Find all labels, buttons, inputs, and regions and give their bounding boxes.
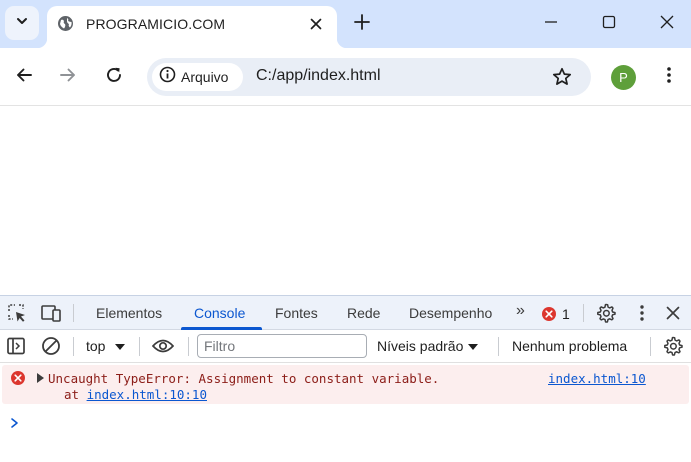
forward-button[interactable]: [56, 65, 80, 89]
stack-trace-link[interactable]: index.html:10:10: [87, 387, 207, 402]
address-bar[interactable]: Arquivo C:/app/index.html: [147, 58, 591, 96]
console-error-message[interactable]: Uncaught TypeError: Assignment to consta…: [2, 365, 689, 404]
reload-icon: [105, 66, 123, 89]
browser-toolbar: Arquivo C:/app/index.html P: [0, 48, 691, 106]
new-tab-button[interactable]: [350, 12, 374, 36]
console-settings-gear-icon[interactable]: [662, 335, 684, 357]
minimize-icon: [544, 15, 558, 34]
arrow-right-icon: [59, 66, 77, 89]
close-devtools-icon[interactable]: [662, 302, 684, 324]
tab-title: PROGRAMICIO.COM: [86, 16, 226, 32]
tab-fontes[interactable]: Fontes: [275, 305, 318, 321]
tab-desempenho[interactable]: Desempenho: [409, 305, 492, 321]
browser-tab[interactable]: PROGRAMICIO.COM: [37, 6, 347, 48]
eye-icon[interactable]: [152, 335, 174, 357]
chevron-down-icon: [15, 14, 29, 33]
devtools-tab-bar: Elementos Console Fontes Rede Desempenho…: [0, 295, 691, 330]
toolbar-divider: [650, 337, 651, 356]
clear-console-icon[interactable]: [40, 335, 62, 357]
profile-avatar[interactable]: P: [611, 65, 636, 90]
tab-search-button[interactable]: [5, 6, 39, 40]
tab-elementos[interactable]: Elementos: [96, 305, 162, 321]
site-info-label: Arquivo: [181, 69, 229, 85]
error-icon: [11, 371, 25, 385]
device-toolbar-icon[interactable]: [40, 302, 62, 324]
dropdown-caret-icon: [115, 338, 126, 354]
toolbar-divider: [73, 337, 74, 356]
issues-counter[interactable]: Nenhum problema: [512, 338, 627, 354]
context-label: top: [86, 338, 106, 354]
error-counter[interactable]: 1: [542, 306, 570, 322]
stack-prefix: at: [64, 387, 87, 402]
console-prompt-icon[interactable]: [10, 416, 20, 430]
inspect-element-icon[interactable]: [6, 302, 28, 324]
globe-icon: [57, 15, 74, 32]
more-tabs-button[interactable]: »: [513, 302, 528, 320]
site-info-chip[interactable]: Arquivo: [152, 63, 243, 91]
log-levels-label: Níveis padrão: [377, 338, 464, 354]
plus-icon: [354, 13, 370, 35]
sidebar-toggle-icon[interactable]: [5, 335, 27, 357]
error-icon: [542, 307, 556, 321]
info-icon: [159, 66, 176, 88]
tab-strip: PROGRAMICIO.COM: [0, 0, 691, 48]
error-count-label: 1: [562, 306, 570, 322]
toolbar-divider: [583, 304, 584, 322]
console-toolbar: top Filtro Níveis padrão Nenhum problema: [0, 330, 691, 363]
expand-caret-icon[interactable]: [37, 373, 44, 383]
url-text[interactable]: C:/app/index.html: [256, 67, 381, 85]
toolbar-divider: [188, 337, 189, 356]
arrow-left-icon: [15, 66, 33, 89]
settings-gear-icon[interactable]: [595, 302, 617, 324]
log-levels-dropdown[interactable]: Níveis padrão: [377, 338, 479, 354]
window-close-button[interactable]: [655, 12, 679, 36]
more-vertical-icon: [666, 66, 672, 89]
stack-trace-line: at index.html:10:10: [64, 387, 207, 402]
error-text: Uncaught TypeError: Assignment to consta…: [48, 371, 440, 386]
context-selector[interactable]: top: [86, 338, 126, 354]
toolbar-divider: [498, 337, 499, 356]
page-viewport[interactable]: [0, 107, 691, 295]
toolbar-divider: [73, 304, 74, 322]
devtools-panel: Elementos Console Fontes Rede Desempenho…: [0, 295, 691, 462]
bookmark-star-icon[interactable]: [550, 65, 574, 89]
browser-menu-button[interactable]: [657, 65, 681, 89]
back-button[interactable]: [12, 65, 36, 89]
tab-rede[interactable]: Rede: [347, 305, 380, 321]
tab-close-icon[interactable]: [306, 14, 326, 34]
maximize-button[interactable]: [597, 12, 621, 36]
reload-button[interactable]: [102, 65, 126, 89]
toolbar-divider: [139, 337, 140, 356]
close-icon: [660, 15, 674, 34]
dropdown-caret-icon: [468, 338, 479, 354]
minimize-button[interactable]: [539, 12, 563, 36]
more-vertical-icon[interactable]: [631, 302, 653, 324]
error-source-link[interactable]: index.html:10: [548, 371, 646, 386]
tab-console[interactable]: Console: [194, 305, 245, 321]
maximize-icon: [602, 15, 616, 34]
filter-input[interactable]: Filtro: [197, 334, 367, 358]
